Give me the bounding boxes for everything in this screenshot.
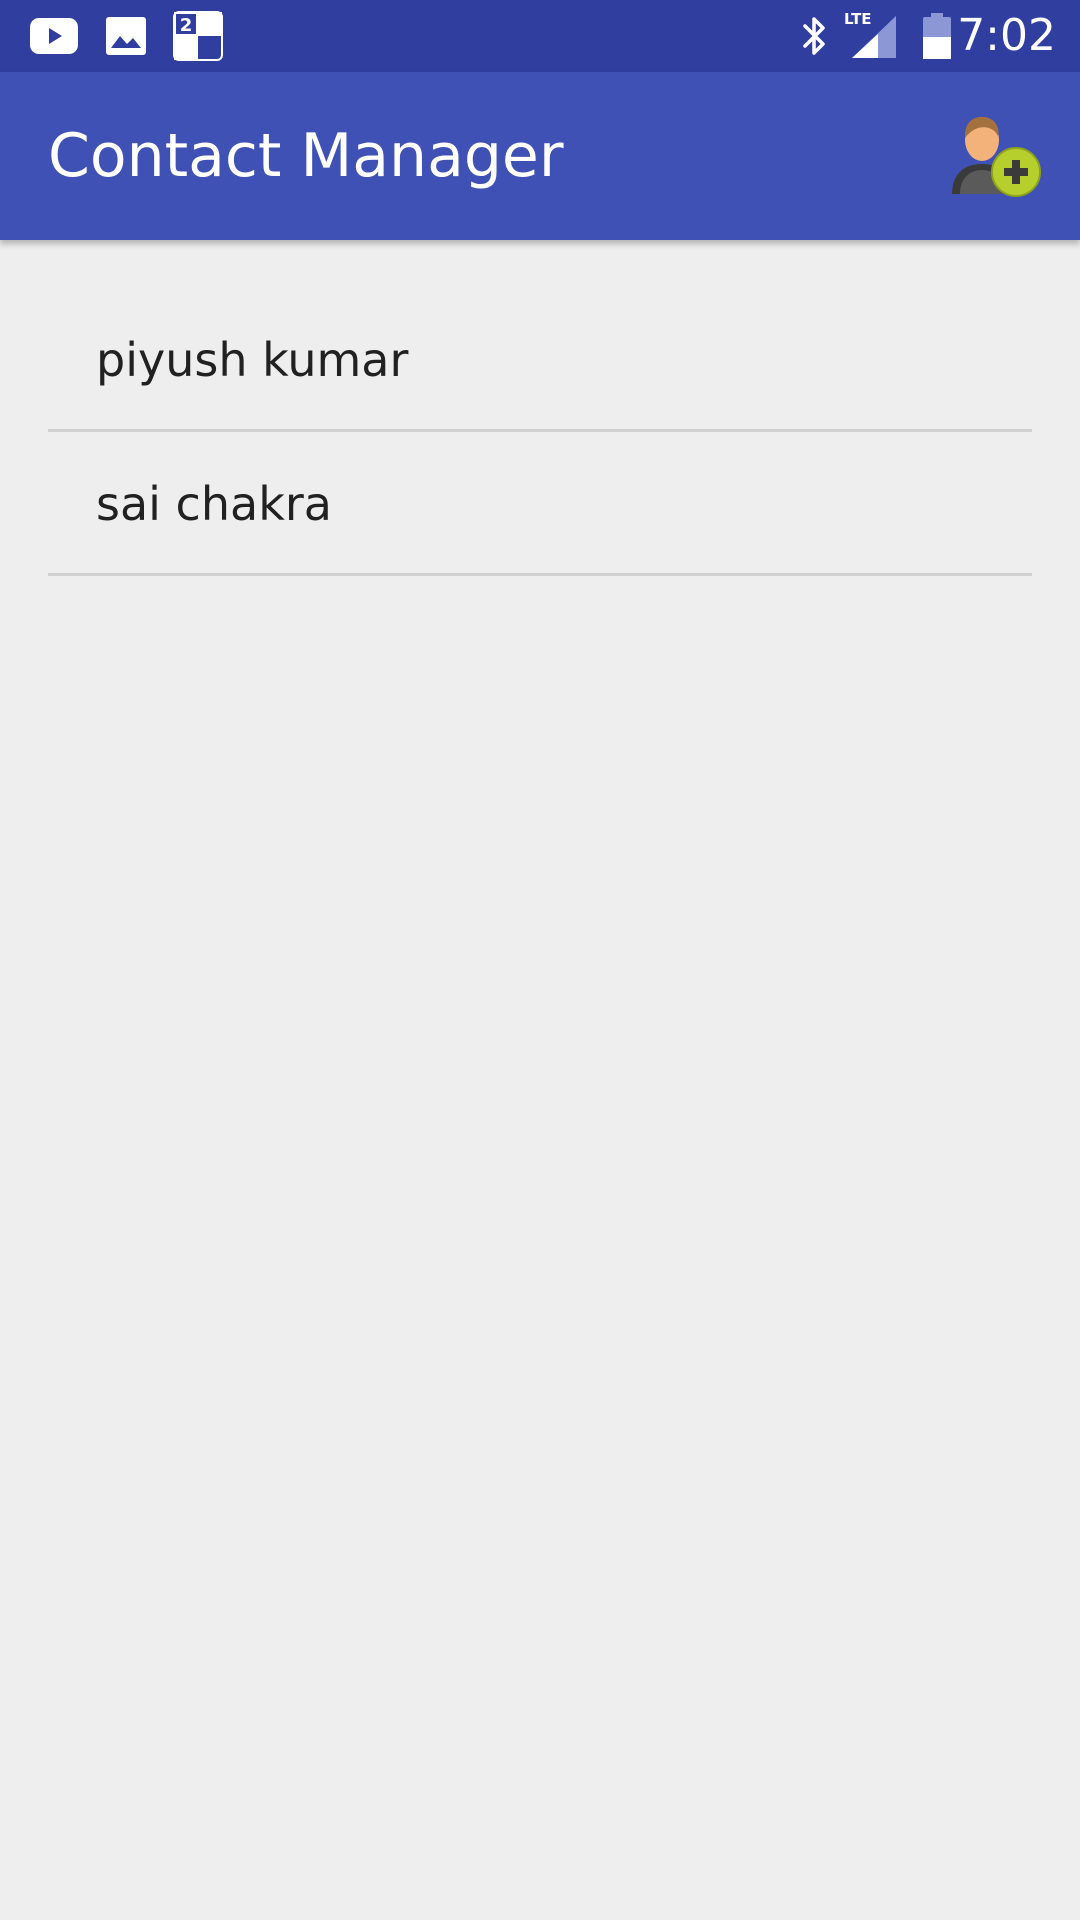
list-item[interactable]: sai chakra — [48, 432, 1032, 576]
status-time: 7:02 — [957, 10, 1056, 61]
checkerboard-notification-icon: 2 — [172, 0, 224, 72]
list-item[interactable]: piyush kumar — [48, 288, 1032, 432]
contact-list: piyush kumar sai chakra — [48, 288, 1032, 576]
status-bar: 2 LTE 7:02 — [0, 0, 1080, 72]
page-title: Contact Manager — [48, 121, 564, 191]
gallery-icon — [104, 0, 148, 72]
add-contact-button[interactable] — [948, 108, 1044, 204]
app-bar: Contact Manager — [0, 72, 1080, 240]
youtube-icon — [28, 0, 80, 72]
lte-label: LTE — [844, 10, 872, 28]
bluetooth-icon — [798, 0, 832, 72]
contact-name: piyush kumar — [96, 333, 409, 387]
add-contact-icon — [952, 116, 1041, 197]
notification-badge-text: 2 — [180, 15, 193, 36]
battery-icon — [920, 0, 954, 72]
contact-name: sai chakra — [96, 477, 332, 531]
lte-signal-icon: LTE — [842, 0, 900, 72]
